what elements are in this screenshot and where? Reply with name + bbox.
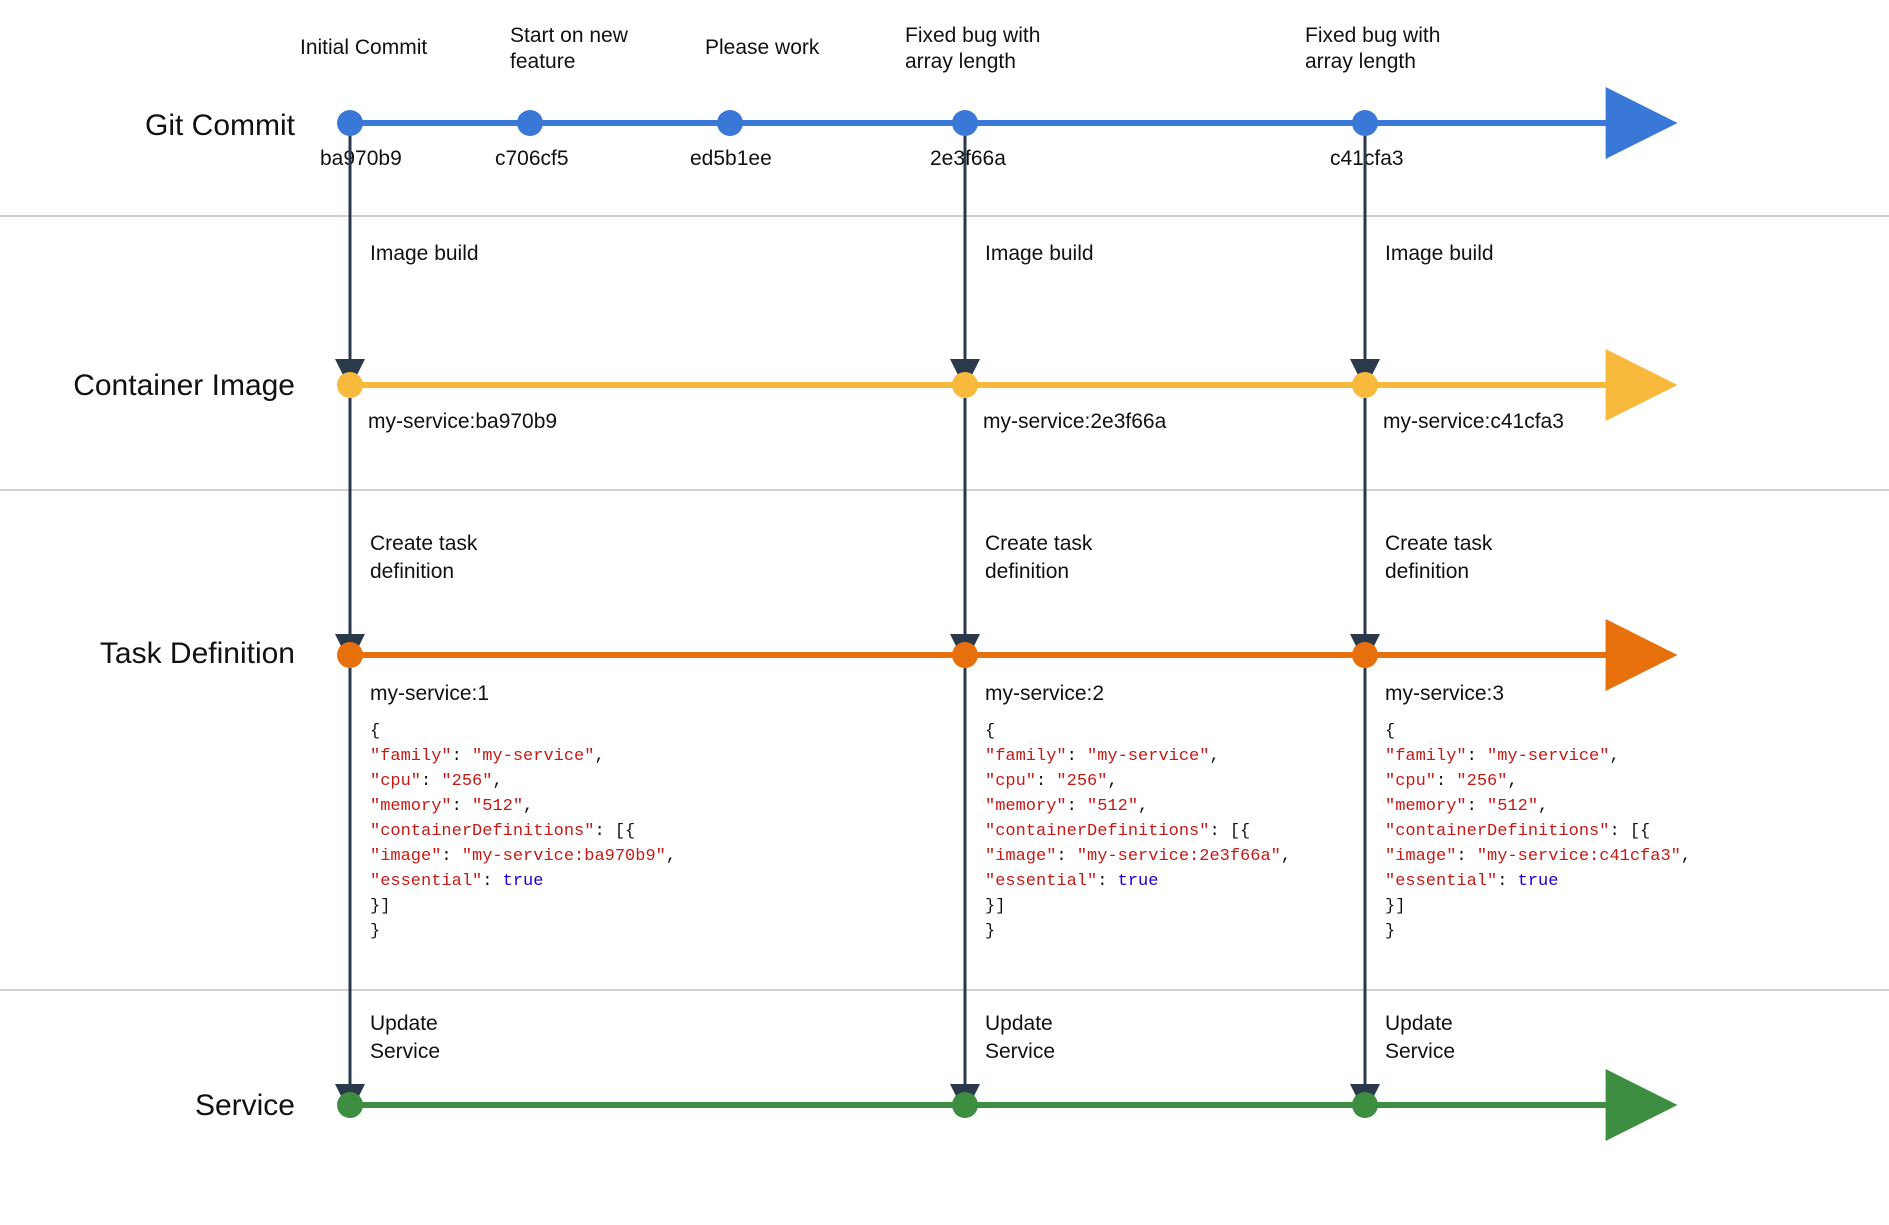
row-label-taskdef: Task Definition — [100, 637, 295, 670]
step-update-service: Update — [985, 1012, 1053, 1035]
svg-text:}]: }] — [1385, 897, 1405, 916]
svg-text:"containerDefinitions": [{: "containerDefinitions": [{ — [370, 822, 635, 841]
commit-msg: array length — [905, 50, 1016, 73]
step-create-taskdef: Create task — [1385, 532, 1493, 555]
svg-text:{: { — [985, 722, 995, 741]
svg-text:"cpu": "256",: "cpu": "256", — [985, 772, 1118, 791]
svg-text:"family": "my-service",: "family": "my-service", — [370, 747, 605, 766]
taskdef-name: my-service:1 — [370, 682, 489, 705]
service-node — [952, 1092, 978, 1118]
commit-msg: Please work — [705, 36, 820, 59]
commit-msg: feature — [510, 50, 575, 73]
step-update-service: Update — [1385, 1012, 1453, 1035]
svg-text:"family": "my-service",: "family": "my-service", — [1385, 747, 1620, 766]
step-image-build: Image build — [1385, 242, 1494, 265]
pipeline-diagram: Git Commit Container Image Task Definiti… — [0, 0, 1889, 1225]
svg-text:{: { — [370, 722, 380, 741]
taskdef-node — [952, 642, 978, 668]
image-node — [952, 372, 978, 398]
image-tag: my-service:ba970b9 — [368, 410, 557, 433]
svg-text:}]: }] — [370, 897, 390, 916]
svg-text:}: } — [1385, 922, 1395, 941]
row-label-git: Git Commit — [145, 109, 296, 142]
step-update-service: Service — [370, 1040, 440, 1063]
commit-node — [517, 110, 543, 136]
taskdef-node — [1352, 642, 1378, 668]
step-create-taskdef: definition — [985, 560, 1069, 583]
step-create-taskdef: definition — [370, 560, 454, 583]
taskdef-json: { "family": "my-service", "cpu": "256", … — [1385, 722, 1691, 941]
svg-text:"cpu": "256",: "cpu": "256", — [370, 772, 503, 791]
commit-hash: c41cfa3 — [1330, 147, 1404, 170]
step-create-taskdef: Create task — [985, 532, 1093, 555]
svg-text:"family": "my-service",: "family": "my-service", — [985, 747, 1220, 766]
row-label-image: Container Image — [73, 369, 295, 402]
svg-text:}: } — [370, 922, 380, 941]
step-image-build: Image build — [370, 242, 479, 265]
taskdef-json: { "family": "my-service", "cpu": "256", … — [985, 722, 1291, 941]
svg-text:"cpu": "256",: "cpu": "256", — [1385, 772, 1518, 791]
taskdef-name: my-service:2 — [985, 682, 1104, 705]
commit-hash: ed5b1ee — [690, 147, 772, 170]
svg-text:"memory": "512",: "memory": "512", — [985, 797, 1148, 816]
svg-text:"essential": true: "essential": true — [985, 872, 1158, 891]
step-image-build: Image build — [985, 242, 1094, 265]
commit-msg: Initial Commit — [300, 36, 427, 59]
image-node — [337, 372, 363, 398]
svg-text:"image": "my-service:ba970b9",: "image": "my-service:ba970b9", — [370, 847, 676, 866]
svg-text:"essential": true: "essential": true — [370, 872, 543, 891]
service-node — [1352, 1092, 1378, 1118]
commit-msg: Fixed bug with — [905, 24, 1040, 47]
step-update-service: Service — [1385, 1040, 1455, 1063]
taskdef-node — [337, 642, 363, 668]
svg-text:"containerDefinitions": [{: "containerDefinitions": [{ — [1385, 822, 1650, 841]
commit-hash: ba970b9 — [320, 147, 402, 170]
service-node — [337, 1092, 363, 1118]
svg-text:"essential": true: "essential": true — [1385, 872, 1558, 891]
commit-node — [952, 110, 978, 136]
commit-node — [717, 110, 743, 136]
commit-msg: array length — [1305, 50, 1416, 73]
step-update-service: Update — [370, 1012, 438, 1035]
svg-text:"memory": "512",: "memory": "512", — [370, 797, 533, 816]
step-create-taskdef: definition — [1385, 560, 1469, 583]
commit-hash: c706cf5 — [495, 147, 569, 170]
svg-text:"image": "my-service:c41cfa3",: "image": "my-service:c41cfa3", — [1385, 847, 1691, 866]
svg-text:}: } — [985, 922, 995, 941]
taskdef-name: my-service:3 — [1385, 682, 1504, 705]
commit-msg: Fixed bug with — [1305, 24, 1440, 47]
row-label-service: Service — [195, 1089, 295, 1122]
taskdef-json: { "family": "my-service", "cpu": "256", … — [370, 722, 676, 941]
step-update-service: Service — [985, 1040, 1055, 1063]
svg-text:}]: }] — [985, 897, 1005, 916]
svg-text:"memory": "512",: "memory": "512", — [1385, 797, 1548, 816]
image-tag: my-service:2e3f66a — [983, 410, 1167, 433]
commit-msg: Start on new — [510, 24, 629, 47]
image-node — [1352, 372, 1378, 398]
svg-text:"containerDefinitions": [{: "containerDefinitions": [{ — [985, 822, 1250, 841]
commit-node — [337, 110, 363, 136]
image-tag: my-service:c41cfa3 — [1383, 410, 1564, 433]
commit-node — [1352, 110, 1378, 136]
svg-text:{: { — [1385, 722, 1395, 741]
svg-text:"image": "my-service:2e3f66a",: "image": "my-service:2e3f66a", — [985, 847, 1291, 866]
step-create-taskdef: Create task — [370, 532, 478, 555]
commit-hash: 2e3f66a — [930, 147, 1006, 170]
